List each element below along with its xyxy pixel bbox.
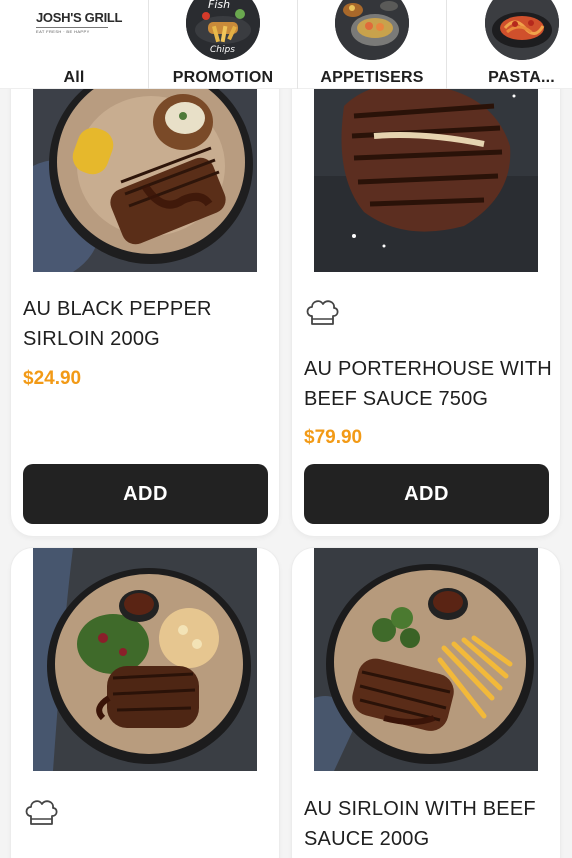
promo-art-text: Fish [208, 0, 230, 11]
product-name: AU SIRLOIN WITH BEEF SAUCE 200G [304, 798, 536, 850]
add-button[interactable]: ADD [304, 464, 549, 524]
product-name: AU PORTERHOUSE WITH BEEF SAUCE 750G [304, 358, 552, 410]
category-label: PASTA... [488, 69, 555, 86]
category-tab-pasta[interactable]: PASTA... [447, 0, 572, 89]
brand-logo: JOSH'S GRILL EAT FRESH · BE HAPPY [36, 10, 123, 36]
product-card[interactable]: AU PORTERHOUSE WITH BEEF SAUCE 750G $79.… [292, 36, 560, 536]
category-label: All [63, 69, 85, 86]
product-card[interactable] [11, 548, 279, 858]
category-tab-promotion[interactable]: Fish Chips PROMOTION [149, 0, 298, 89]
category-label: APPETISERS [320, 69, 424, 86]
brand-name: JOSH'S GRILL [36, 10, 123, 25]
svg-text:Chips: Chips [210, 45, 235, 55]
product-price: $24.90 [23, 368, 82, 389]
appetisers-thumbnail [335, 0, 409, 60]
chef-hat-icon [304, 298, 340, 328]
product-card[interactable]: AU BLACK PEPPER SIRLOIN 200G $24.90 ADD [11, 36, 279, 536]
menu-screen: JOSH'S GRILL EAT FRESH · BE HAPPY All Fi… [0, 0, 572, 858]
pasta-thumbnail [484, 0, 559, 60]
product-price: $79.90 [304, 427, 363, 448]
category-label: PROMOTION [172, 69, 274, 86]
category-tab-all[interactable]: JOSH'S GRILL EAT FRESH · BE HAPPY All [0, 0, 149, 89]
logo-divider [36, 27, 108, 28]
category-tab-appetisers[interactable]: APPETISERS [298, 0, 447, 89]
promotion-thumbnail: Fish Chips [186, 0, 260, 60]
product-name: AU BLACK PEPPER SIRLOIN 200G [23, 298, 212, 350]
brand-tagline: EAT FRESH · BE HAPPY [36, 29, 90, 34]
product-image [314, 548, 538, 771]
category-bar: JOSH'S GRILL EAT FRESH · BE HAPPY All Fi… [0, 0, 572, 89]
add-button[interactable]: ADD [23, 464, 268, 524]
product-card[interactable]: AU SIRLOIN WITH BEEF SAUCE 200G [292, 548, 560, 858]
chef-hat-icon [23, 798, 59, 828]
product-image [33, 548, 257, 771]
